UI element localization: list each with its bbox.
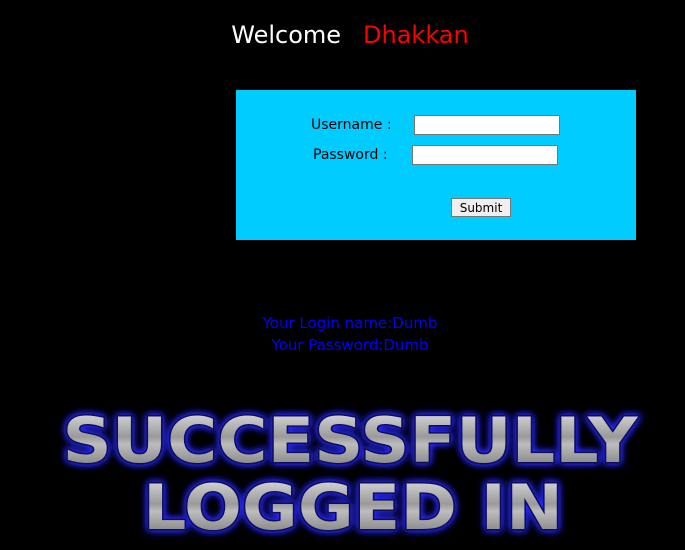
banner-line-2: LOGGED IN: [143, 471, 563, 544]
success-banner-graphic: SUCCESSFULLY LOGGED IN: [61, 403, 640, 546]
password-row: Password :: [236, 145, 636, 167]
password-label: Password :: [313, 147, 388, 163]
login-name-result: Your Login name:Dumb: [262, 314, 438, 332]
welcome-label: Welcome: [231, 21, 342, 49]
login-page: Welcome Dhakkan Username : Password : Sub…: [0, 0, 685, 550]
username-label: Username :: [311, 117, 392, 133]
password-result: Your Password:Dumb: [271, 336, 429, 354]
user-name: Dhakkan: [363, 21, 469, 49]
username-input[interactable]: [414, 115, 560, 135]
success-banner: SUCCESSFULLY LOGGED IN: [0, 400, 685, 550]
banner-line-1: SUCCESSFULLY: [63, 404, 639, 477]
username-row: Username :: [236, 115, 636, 137]
welcome-heading: Welcome Dhakkan: [0, 19, 685, 51]
login-form: Username : Password : Submit: [236, 90, 636, 240]
password-input[interactable]: [412, 145, 558, 165]
submit-button[interactable]: Submit: [451, 198, 511, 217]
